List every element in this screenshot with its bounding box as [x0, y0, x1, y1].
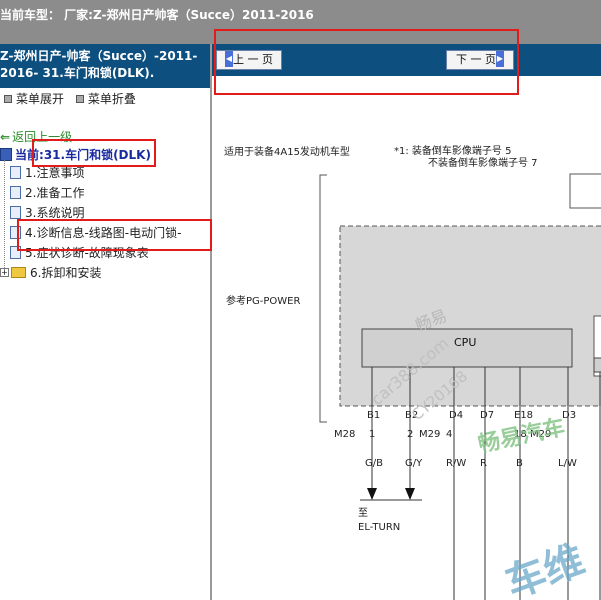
note-engine: 适用于装备4A15发动机车型	[224, 145, 350, 158]
book-icon	[0, 148, 12, 161]
menu-collapse-button[interactable]: 菜单折叠	[88, 92, 136, 106]
expand-plus-icon[interactable]: +	[0, 268, 9, 277]
connector-m28: M28	[334, 429, 355, 440]
arrow-down-icon	[367, 488, 377, 500]
header-line-2: 2016- 31.车门和锁(DLK).	[0, 66, 155, 80]
tree-item-preparation[interactable]: 2.准备工作	[10, 184, 84, 202]
wiring-diagram-svg: 适用于装备4A15发动机车型 *1: 装备倒车影像端子号 5 不装备倒车影像端子…	[224, 144, 601, 600]
pin-d7: D7	[480, 410, 494, 421]
tree-item-label: 1.注意事项	[25, 166, 85, 180]
wire-color-lw: L/W	[558, 458, 577, 469]
bracket-line	[319, 174, 327, 423]
arrow-down-icon	[405, 488, 415, 500]
highlight-current-box	[32, 139, 156, 167]
note-camera-1: *1: 装备倒车影像端子号 5	[394, 144, 511, 157]
document-icon	[10, 186, 21, 199]
component-box	[569, 173, 601, 209]
connector-m29-a: M29	[419, 429, 440, 440]
tree-item-label: 2.准备工作	[25, 186, 85, 200]
expand-square-icon	[4, 94, 12, 103]
wire-color-gy: G/Y	[405, 458, 423, 469]
collapse-square-icon	[75, 94, 84, 103]
menu-toggle-row: 菜单展开 菜单折叠	[0, 90, 136, 107]
pin-num-4: 4	[446, 429, 452, 440]
dest-label: EL-TURN	[358, 522, 400, 533]
cpu-side-box	[593, 357, 601, 373]
tree-item-label: 6.拆卸和安装	[30, 266, 102, 280]
left-panel: Z-郑州日产-帅客（Succe）-2011- 2016- 31.车门和锁(DLK…	[0, 44, 212, 600]
vehicle-title: 当前车型： 厂家:Z-郑州日产帅客（Succe）2011-2016	[0, 8, 314, 22]
pin-b1: B1	[367, 410, 380, 421]
wiring-diagram: 适用于装备4A15发动机车型 *1: 装备倒车影像端子号 5 不装备倒车影像端子…	[212, 76, 601, 600]
wire-color-gb: G/B	[365, 458, 383, 469]
header-line-1: Z-郑州日产-帅客（Succe）-2011-	[0, 49, 198, 63]
tree-connector-line	[4, 160, 5, 274]
folder-icon	[11, 267, 26, 278]
menu-expand-button[interactable]: 菜单展开	[16, 92, 64, 106]
wire-color-b: B	[516, 458, 523, 469]
document-icon	[10, 206, 21, 219]
cpu-label: CPU	[454, 336, 476, 349]
dest-prefix: 至	[358, 507, 368, 519]
pin-num-2: 2	[407, 429, 413, 440]
wire-color-r: R	[480, 458, 487, 469]
left-panel-header: Z-郑州日产-帅客（Succe）-2011- 2016- 31.车门和锁(DLK…	[0, 44, 210, 88]
watermark-5: 车维	[500, 537, 591, 600]
highlight-nav-box	[214, 29, 519, 95]
tree-item-label: 3.系统说明	[25, 206, 85, 220]
pin-d3: D3	[562, 410, 576, 421]
ref-pg-power: 参考PG-POWER	[226, 294, 300, 307]
highlight-tree-item-box	[17, 219, 212, 251]
note-camera-2: 不装备倒车影像端子号 7	[428, 156, 538, 169]
module-dashed-box	[339, 225, 601, 407]
pin-d4: D4	[449, 410, 463, 421]
document-icon	[10, 166, 21, 179]
pin-num-1: 1	[369, 429, 375, 440]
tree-item-removal-installation[interactable]: +6.拆卸和安装	[0, 264, 101, 282]
wire-color-rw: R/W	[446, 458, 466, 469]
back-arrow-icon: ⇐	[0, 130, 11, 144]
pin-e18: E18	[514, 410, 533, 421]
